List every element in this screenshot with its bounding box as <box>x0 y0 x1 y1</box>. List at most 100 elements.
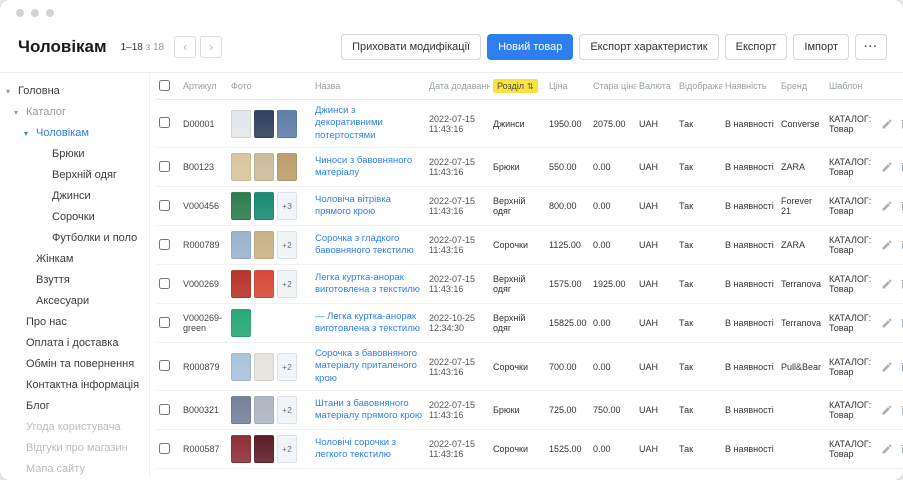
sidebar-item-13[interactable]: Обмін та повернення <box>0 354 149 375</box>
window-control-close[interactable] <box>16 9 24 17</box>
col-header-name[interactable]: Назва <box>312 73 426 100</box>
row-checkbox[interactable] <box>159 360 170 371</box>
chevron-down-icon[interactable]: ▾ <box>14 102 26 123</box>
delete-icon[interactable] <box>899 317 903 329</box>
select-all-checkbox[interactable] <box>159 80 170 91</box>
sidebar-item-9[interactable]: Взуття <box>0 270 149 291</box>
sidebar-item-11[interactable]: Про нас <box>0 312 149 333</box>
product-name-link[interactable]: Чоловіча вітрівка прямого крою <box>315 194 391 217</box>
product-thumbnail[interactable] <box>231 396 251 424</box>
edit-icon[interactable] <box>881 239 893 251</box>
export-button[interactable]: Експорт <box>725 34 788 60</box>
sidebar-item-18[interactable]: Мапа сайту <box>0 459 149 478</box>
col-header-availability[interactable]: Наявність <box>722 73 778 100</box>
delete-icon[interactable] <box>899 200 903 212</box>
delete-icon[interactable] <box>899 278 903 290</box>
new-product-button[interactable]: Новий товар <box>487 34 573 60</box>
col-header-currency[interactable]: Валюта <box>636 73 676 100</box>
sidebar-item-12[interactable]: Оплата і доставка <box>0 333 149 354</box>
sidebar-item-14[interactable]: Контактна інформація <box>0 375 149 396</box>
more-photos-badge[interactable]: +2 <box>277 353 297 381</box>
row-checkbox[interactable] <box>159 161 170 172</box>
export-characteristics-button[interactable]: Експорт характеристик <box>579 34 718 60</box>
window-control-minimize[interactable] <box>31 9 39 17</box>
import-button[interactable]: Імпорт <box>793 34 849 60</box>
delete-icon[interactable] <box>899 118 903 130</box>
product-thumbnail[interactable] <box>254 270 274 298</box>
product-name-link[interactable]: Чиноси з бавовняного матеріалу <box>315 155 412 178</box>
product-thumbnail[interactable] <box>254 435 274 463</box>
edit-icon[interactable] <box>881 278 893 290</box>
sidebar-item-5[interactable]: Джинси <box>0 186 149 207</box>
product-thumbnail[interactable] <box>254 192 274 220</box>
product-name-link[interactable]: Штани з бавовняного матеріалу прямого кр… <box>315 398 422 421</box>
product-name-link[interactable]: — Легка куртка-анорак виготовлена з текс… <box>315 311 420 334</box>
product-thumbnail[interactable] <box>231 192 251 220</box>
row-checkbox[interactable] <box>159 200 170 211</box>
edit-icon[interactable] <box>881 404 893 416</box>
row-checkbox[interactable] <box>159 443 170 454</box>
product-thumbnail[interactable] <box>254 353 274 381</box>
delete-icon[interactable] <box>899 161 903 173</box>
sidebar-item-7[interactable]: Футболки и поло <box>0 228 149 249</box>
product-thumbnail[interactable] <box>254 396 274 424</box>
col-header-display[interactable]: Відображати <box>676 73 722 100</box>
prev-page-button[interactable]: ‹ <box>174 36 196 58</box>
product-thumbnail[interactable] <box>231 270 251 298</box>
product-thumbnail[interactable] <box>231 153 251 181</box>
product-name-link[interactable]: Джинси з декоративними потертостями <box>315 105 383 141</box>
chevron-down-icon[interactable]: ▾ <box>6 81 18 102</box>
row-checkbox[interactable] <box>159 278 170 289</box>
sidebar-item-8[interactable]: Жінкам <box>0 249 149 270</box>
sidebar-item-4[interactable]: Верхній одяг <box>0 165 149 186</box>
sidebar-item-1[interactable]: ▾Каталог <box>0 102 149 123</box>
product-name-link[interactable]: Сорочка з гладкого бавовняного текстилю <box>315 233 414 256</box>
more-photos-badge[interactable]: +2 <box>277 396 297 424</box>
sidebar-item-16[interactable]: Угода користувача <box>0 417 149 438</box>
more-actions-button[interactable]: ··· <box>855 34 887 60</box>
delete-icon[interactable] <box>899 239 903 251</box>
row-checkbox[interactable] <box>159 239 170 250</box>
row-checkbox[interactable] <box>159 117 170 128</box>
sidebar-item-6[interactable]: Сорочки <box>0 207 149 228</box>
delete-icon[interactable] <box>899 404 903 416</box>
window-control-maximize[interactable] <box>46 9 54 17</box>
product-thumbnail[interactable] <box>231 110 251 138</box>
edit-icon[interactable] <box>881 118 893 130</box>
sidebar-item-0[interactable]: ▾Головна <box>0 81 149 102</box>
next-page-button[interactable]: › <box>200 36 222 58</box>
row-checkbox[interactable] <box>159 317 170 328</box>
sidebar-item-2[interactable]: ▾Чоловікам <box>0 123 149 144</box>
delete-icon[interactable] <box>899 443 903 455</box>
hide-modifications-button[interactable]: Приховати модифікації <box>341 34 481 60</box>
sidebar-item-3[interactable]: Брюки <box>0 144 149 165</box>
col-header-old-price[interactable]: Стара ціна <box>590 73 636 100</box>
product-thumbnail[interactable] <box>231 353 251 381</box>
col-header-sku[interactable]: Артикул <box>180 73 228 100</box>
product-thumbnail[interactable] <box>231 309 251 337</box>
row-checkbox[interactable] <box>159 404 170 415</box>
product-thumbnail[interactable] <box>254 110 274 138</box>
product-name-link[interactable]: Сорочка з бавовняного матеріалу притален… <box>315 348 417 384</box>
edit-icon[interactable] <box>881 200 893 212</box>
sidebar-item-15[interactable]: Блог <box>0 396 149 417</box>
edit-icon[interactable] <box>881 317 893 329</box>
more-photos-badge[interactable]: +2 <box>277 435 297 463</box>
col-header-brand[interactable]: Бренд <box>778 73 826 100</box>
product-thumbnail[interactable] <box>231 231 251 259</box>
more-photos-badge[interactable]: +2 <box>277 270 297 298</box>
edit-icon[interactable] <box>881 443 893 455</box>
product-thumbnail[interactable] <box>231 435 251 463</box>
edit-icon[interactable] <box>881 161 893 173</box>
sidebar-item-10[interactable]: Аксесуари <box>0 291 149 312</box>
product-thumbnail[interactable] <box>254 231 274 259</box>
delete-icon[interactable] <box>899 361 903 373</box>
col-header-date[interactable]: Дата додавання <box>426 73 490 100</box>
more-photos-badge[interactable]: +2 <box>277 231 297 259</box>
product-thumbnail[interactable] <box>277 153 297 181</box>
product-thumbnail[interactable] <box>254 153 274 181</box>
more-photos-badge[interactable]: +3 <box>277 192 297 220</box>
sidebar-item-17[interactable]: Відгуки про магазин <box>0 438 149 459</box>
product-name-link[interactable]: Чоловічі сорочки з легкого текстилю <box>315 437 396 460</box>
col-header-price[interactable]: Ціна <box>546 73 590 100</box>
